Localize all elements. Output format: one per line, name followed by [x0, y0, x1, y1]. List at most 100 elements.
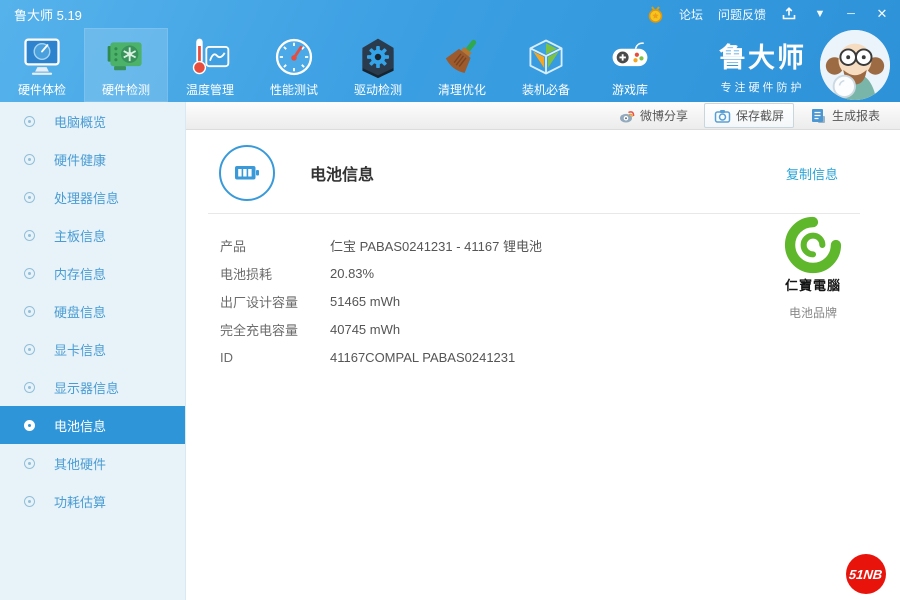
report-icon	[810, 108, 827, 124]
toolbar-item-driver[interactable]: 驱动检测	[336, 28, 420, 102]
brand-text: 鲁大师 专注硬件防护	[719, 36, 806, 95]
sidebar: 电脑概览 硬件健康 处理器信息 主板信息 内存信息 硬盘信息 显卡信息 显示器信…	[0, 102, 186, 600]
radio-bullet-icon	[24, 344, 35, 355]
compal-logo-icon	[784, 216, 842, 274]
copy-info-link[interactable]: 复制信息	[786, 164, 838, 183]
sidebar-item-label: 电脑概览	[54, 112, 106, 131]
chevron-down-icon[interactable]: ▼	[812, 8, 828, 20]
mascot-avatar[interactable]	[820, 30, 890, 100]
battery-brand-caption: 电池品牌	[776, 304, 850, 321]
gauge-icon	[272, 35, 316, 79]
page-title: 电池信息	[310, 161, 374, 185]
feedback-link[interactable]: 问题反馈	[718, 6, 766, 23]
toolbar-item-hardware-test[interactable]: 硬件检测	[84, 28, 168, 102]
brand-name: 鲁大师	[719, 36, 806, 75]
toolbar-item-label: 硬件体检	[18, 81, 66, 98]
toolbar-item-temperature[interactable]: 温度管理	[168, 28, 252, 102]
weibo-share-label: 微博分享	[640, 107, 688, 124]
info-value: 41167COMPAL PABAS0241231	[330, 350, 515, 365]
sidebar-item-overview[interactable]: 电脑概览	[0, 102, 185, 140]
radio-bullet-icon	[24, 306, 35, 317]
broom-icon	[440, 35, 484, 79]
sidebar-item-motherboard[interactable]: 主板信息	[0, 216, 185, 254]
gamepad-icon	[608, 35, 652, 79]
sidebar-item-power-estimate[interactable]: 功耗估算	[0, 482, 185, 520]
info-row-id: ID 41167COMPAL PABAS0241231	[220, 343, 860, 371]
info-row-wear-level: 电池损耗 20.83%	[220, 259, 860, 287]
sidebar-item-other-hardware[interactable]: 其他硬件	[0, 444, 185, 482]
app-window: 鲁大师 5.19 论坛 问题反馈 ▼ ─ ✕ 硬件体检	[0, 0, 900, 600]
brand-slogan: 专注硬件防护	[719, 79, 806, 95]
titlebar-controls: 论坛 问题反馈 ▼ ─ ✕	[647, 5, 890, 24]
info-value: 51465 mWh	[330, 294, 400, 309]
forum-link[interactable]: 论坛	[679, 6, 703, 23]
sidebar-item-label: 显示器信息	[54, 378, 119, 397]
radio-bullet-icon	[24, 116, 35, 127]
cube-icon	[524, 35, 568, 79]
titlebar: 鲁大师 5.19 论坛 问题反馈 ▼ ─ ✕	[0, 0, 900, 28]
sidebar-item-cpu[interactable]: 处理器信息	[0, 178, 185, 216]
save-screenshot-label: 保存截屏	[736, 107, 784, 124]
actionbar: 微博分享 保存截屏 生成报表	[186, 102, 900, 130]
sidebar-item-gpu[interactable]: 显卡信息	[0, 330, 185, 368]
save-screenshot-button[interactable]: 保存截屏	[704, 103, 794, 128]
toolbar-item-essentials[interactable]: 装机必备	[504, 28, 588, 102]
minimize-button[interactable]: ─	[843, 8, 859, 20]
info-label: 出厂设计容量	[220, 292, 330, 311]
toolbar-item-games[interactable]: 游戏库	[588, 28, 672, 102]
camera-icon	[714, 108, 731, 124]
sidebar-item-label: 硬件健康	[54, 150, 106, 169]
toolbar-item-label: 硬件检测	[102, 81, 150, 98]
toolbar-item-performance[interactable]: 性能测试	[252, 28, 336, 102]
info-row-product: 产品 仁宝 PABAS0241231 - 41167 锂电池	[220, 231, 860, 259]
sidebar-item-disk[interactable]: 硬盘信息	[0, 292, 185, 330]
toolbar-item-label: 游戏库	[612, 81, 648, 98]
share-icon[interactable]	[781, 5, 797, 24]
generate-report-button[interactable]: 生成报表	[800, 103, 890, 128]
info-row-design-capacity: 出厂设计容量 51465 mWh	[220, 287, 860, 315]
sidebar-item-label: 内存信息	[54, 264, 106, 283]
sidebar-item-label: 主板信息	[54, 226, 106, 245]
sidebar-item-label: 功耗估算	[54, 492, 106, 511]
sidebar-item-memory[interactable]: 内存信息	[0, 254, 185, 292]
computer-checkup-icon	[20, 35, 64, 79]
sidebar-item-label: 显卡信息	[54, 340, 106, 359]
sidebar-item-label: 处理器信息	[54, 188, 119, 207]
info-value: 20.83%	[330, 266, 374, 281]
toolbar-item-label: 装机必备	[522, 81, 570, 98]
radio-bullet-icon	[24, 154, 35, 165]
sidebar-item-display[interactable]: 显示器信息	[0, 368, 185, 406]
radio-bullet-icon	[24, 496, 35, 507]
sidebar-item-health[interactable]: 硬件健康	[0, 140, 185, 178]
toolbar-item-hardware-exam[interactable]: 硬件体检	[0, 28, 84, 102]
info-row-full-charge-capacity: 完全充电容量 40745 mWh	[220, 315, 860, 343]
gear-hexagon-icon	[356, 35, 400, 79]
main-toolbar: 硬件体检 硬件检测 温度管理 性能测试	[0, 28, 900, 102]
sidebar-item-battery[interactable]: 电池信息	[0, 406, 185, 444]
info-label: 电池损耗	[220, 264, 330, 283]
battery-icon	[218, 144, 276, 202]
radio-bullet-icon	[24, 458, 35, 469]
close-button[interactable]: ✕	[874, 6, 890, 22]
toolbar-item-label: 驱动检测	[354, 81, 402, 98]
radio-bullet-icon	[24, 192, 35, 203]
51nb-logo-text: 51NB	[849, 567, 884, 582]
weibo-share-button[interactable]: 微博分享	[609, 103, 698, 128]
toolbar-brand-area: 鲁大师 专注硬件防护	[719, 28, 900, 102]
sidebar-item-label: 硬盘信息	[54, 302, 106, 321]
info-label: 完全充电容量	[220, 320, 330, 339]
info-table: 产品 仁宝 PABAS0241231 - 41167 锂电池 电池损耗 20.8…	[220, 231, 860, 371]
radio-bullet-icon	[24, 420, 35, 431]
battery-info-panel: 电池信息 复制信息 产品 仁宝 PABAS0241231 - 41167 锂电池…	[186, 130, 900, 600]
app-title: 鲁大师 5.19	[14, 5, 82, 24]
info-label: 产品	[220, 236, 330, 255]
app-header: 鲁大师 5.19 论坛 问题反馈 ▼ ─ ✕ 硬件体检	[0, 0, 900, 102]
thermometer-icon	[188, 35, 232, 79]
weibo-icon	[619, 108, 635, 124]
medal-icon[interactable]	[647, 6, 664, 23]
toolbar-item-cleanup[interactable]: 清理优化	[420, 28, 504, 102]
gpu-card-icon	[104, 35, 148, 79]
sidebar-item-label: 电池信息	[54, 416, 106, 435]
toolbar-item-label: 温度管理	[186, 81, 234, 98]
app-body: 电脑概览 硬件健康 处理器信息 主板信息 内存信息 硬盘信息 显卡信息 显示器信…	[0, 102, 900, 600]
